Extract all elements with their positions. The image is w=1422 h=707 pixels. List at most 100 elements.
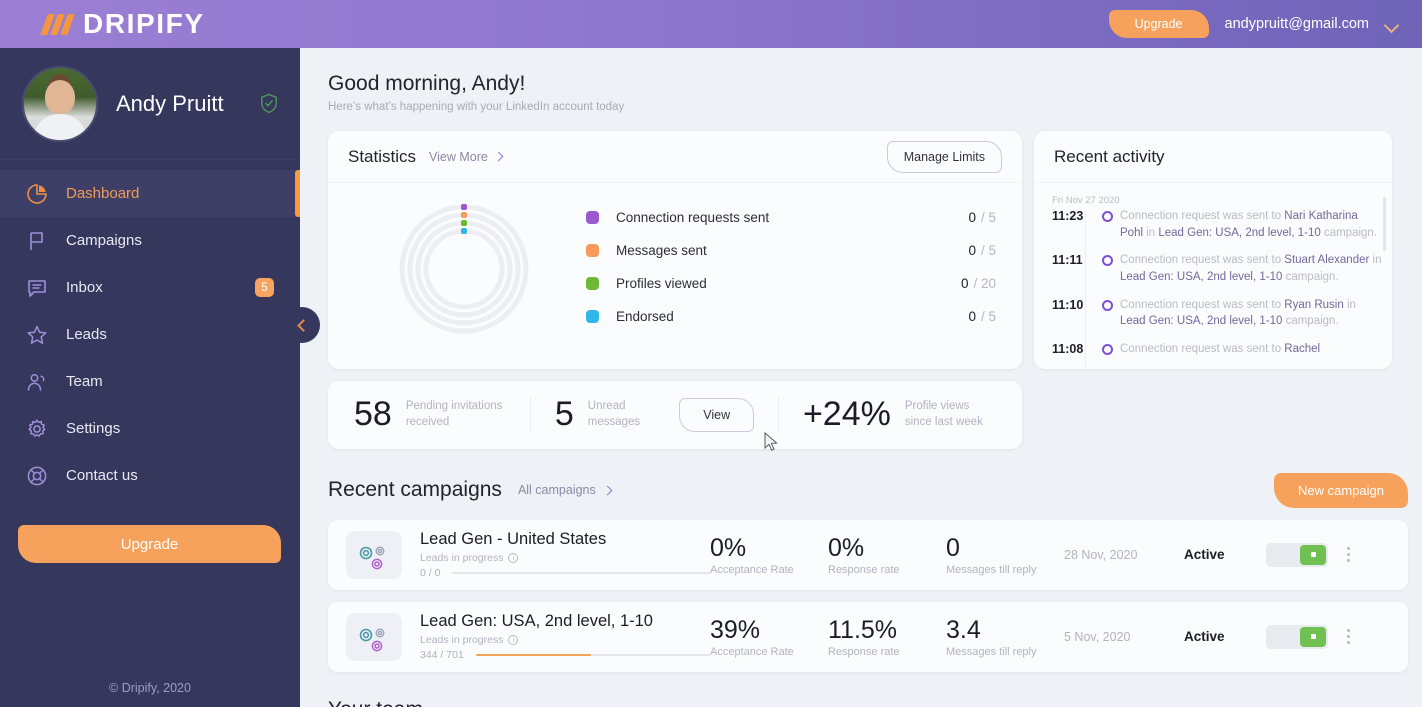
people-icon <box>27 373 45 391</box>
progress-bar-fill <box>475 654 591 657</box>
info-icon[interactable]: i <box>508 635 519 646</box>
legend-max: / 5 <box>980 243 996 258</box>
leads-in-progress-label: Leads in progress <box>420 634 504 647</box>
legend-row: Endorsed 0 / 5 <box>586 300 996 333</box>
sidebar-item-team[interactable]: Team <box>0 358 300 405</box>
activity-campaign: Lead Gen: USA, 2nd level, 1-10 <box>1120 315 1283 328</box>
sidebar-item-label: Settings <box>66 420 121 437</box>
table-row[interactable]: Lead Gen: USA, 2nd level, 1-10 Leads in … <box>328 601 1408 672</box>
mouse-cursor <box>764 432 778 451</box>
profile-views-value: +24% <box>802 395 891 434</box>
chevron-left-icon <box>297 318 310 332</box>
activity-marker <box>1094 208 1120 241</box>
legend-label: Connection requests sent <box>616 210 770 225</box>
circle-icon <box>1101 344 1113 356</box>
table-row[interactable]: Lead Gen - United States Leads in progre… <box>328 519 1408 590</box>
campaign-menu-button[interactable] <box>1336 547 1360 563</box>
recent-activity-title: Recent activity <box>1034 131 1392 183</box>
page-subtitle: Here’s what’s happening with your Linked… <box>328 101 625 113</box>
statistics-title: Statistics <box>348 146 417 166</box>
status-badge: Active <box>1184 547 1225 563</box>
sidebar-item-inbox[interactable]: Inbox 5 <box>0 264 300 311</box>
copyright-label: © Dripify, 2020 <box>109 681 191 695</box>
response-rate-metric: 11.5% Response rate <box>828 616 946 658</box>
legend-value: 0 <box>968 309 976 324</box>
activity-text: Connection request was sent to Ryan Rusi… <box>1120 298 1356 328</box>
greeting-block: Good morning, Andy! Here’s what’s happen… <box>328 48 1408 113</box>
legend-max: / 5 <box>980 210 996 225</box>
sidebar-item-contact-us[interactable]: Contact us <box>0 452 300 499</box>
campaign-progress: 0 / 0 <box>420 567 710 579</box>
pending-invitations-count: 58 <box>354 395 392 434</box>
new-campaign-button[interactable]: New campaign <box>1274 472 1408 508</box>
metric-value: 39% <box>710 615 761 644</box>
lifebuoy-icon <box>27 466 47 485</box>
star-icon <box>27 325 47 344</box>
sidebar-collapse-button[interactable] <box>284 307 320 343</box>
metric-value: 0% <box>828 533 865 562</box>
view-more-link[interactable]: View More <box>429 150 504 164</box>
manage-limits-button[interactable]: Manage Limits <box>886 140 1002 173</box>
sidebar-item-dashboard[interactable]: Dashboard <box>0 170 300 217</box>
campaign-toggle[interactable] <box>1266 624 1328 649</box>
activity-campaign: Lead Gen: USA, 2nd level, 1-10 <box>1158 226 1321 239</box>
campaign-subtitle: Leads in progress i <box>420 634 710 646</box>
legend-row: Connection requests sent 0 / 5 <box>586 201 996 234</box>
legend-label: Messages sent <box>616 243 707 258</box>
upgrade-top-button[interactable]: Upgrade <box>1108 10 1209 38</box>
toggle-knob <box>1300 544 1326 565</box>
chevron-right-icon <box>493 151 504 162</box>
list-item: 11:10 Connection request was sent to Rya… <box>1052 297 1382 330</box>
chevron-down-icon[interactable] <box>1385 18 1398 31</box>
circle-icon <box>1101 299 1113 311</box>
list-item: 11:23 Connection request was sent to Nar… <box>1052 208 1382 241</box>
campaign-name: Lead Gen: USA, 2nd level, 1-10 <box>420 612 653 631</box>
legend-row: Profiles viewed 0 / 20 <box>586 267 996 300</box>
metric-label: Acceptance Rate <box>710 563 794 576</box>
gear-icon <box>28 418 46 437</box>
profile-block[interactable]: Andy Pruitt <box>0 48 300 160</box>
campaign-info: Lead Gen - United States Leads in progre… <box>420 530 710 579</box>
metric-value: 11.5% <box>828 615 898 644</box>
logo-text: DRIPIFY <box>83 8 205 39</box>
sidebar: Andy Pruitt Dashboard Campaigns Inbox 5 … <box>0 48 300 707</box>
view-messages-button[interactable]: View <box>679 397 755 432</box>
campaign-menu-button[interactable] <box>1336 629 1360 645</box>
logo-bars-icon <box>40 13 75 35</box>
activity-date-label: Fri Nov 27 2020 <box>1052 195 1120 206</box>
sidebar-item-settings[interactable]: Settings <box>0 405 300 452</box>
sidebar-item-label: Team <box>66 373 103 390</box>
user-email-label: andypruitt@gmail.com <box>1224 16 1369 32</box>
activity-scrollbar[interactable] <box>1383 197 1386 251</box>
campaign-toggle[interactable] <box>1266 542 1328 567</box>
progress-bar <box>475 654 710 657</box>
legend-value: 0 <box>968 243 976 258</box>
recent-campaigns-title: Recent campaigns <box>328 478 502 502</box>
legend-label: Endorsed <box>616 309 674 324</box>
top-bar-right: Upgrade andypruitt@gmail.com <box>1108 10 1398 38</box>
gears-icon <box>346 530 402 579</box>
all-campaigns-link[interactable]: All campaigns <box>518 483 613 497</box>
your-team-title: Your team <box>328 698 1408 707</box>
metric-label: Response rate <box>828 563 900 576</box>
dripify-logo[interactable]: DRIPIFY <box>40 8 205 40</box>
profile-name: Andy Pruitt <box>116 90 224 116</box>
list-item: 11:08 Connection request was sent to Rac… <box>1052 341 1382 358</box>
sidebar-item-label: Leads <box>66 326 107 343</box>
metric-label: Response rate <box>828 645 900 658</box>
activity-person: Rachel <box>1284 343 1321 356</box>
sidebar-item-leads[interactable]: Leads <box>0 311 300 358</box>
recent-activity-card: Recent activity Fri Nov 27 2020 11:23 Co… <box>1034 131 1392 369</box>
campaign-subtitle: Leads in progress i <box>420 552 710 564</box>
legend-value: 0 <box>968 210 976 225</box>
divider <box>530 395 531 434</box>
recent-activity-list[interactable]: Fri Nov 27 2020 11:23 Connection request… <box>1034 183 1392 369</box>
info-icon[interactable]: i <box>508 553 519 564</box>
sidebar-item-label: Contact us <box>66 467 138 484</box>
legend-color-swatch <box>586 310 599 323</box>
response-rate-metric: 0% Response rate <box>828 534 946 576</box>
sidebar-item-campaigns[interactable]: Campaigns <box>0 217 300 264</box>
upgrade-sidebar-button[interactable]: Upgrade <box>18 525 281 563</box>
activity-time: 11:10 <box>1052 297 1084 312</box>
pending-invitations-label: Pending invitations received <box>405 400 503 428</box>
